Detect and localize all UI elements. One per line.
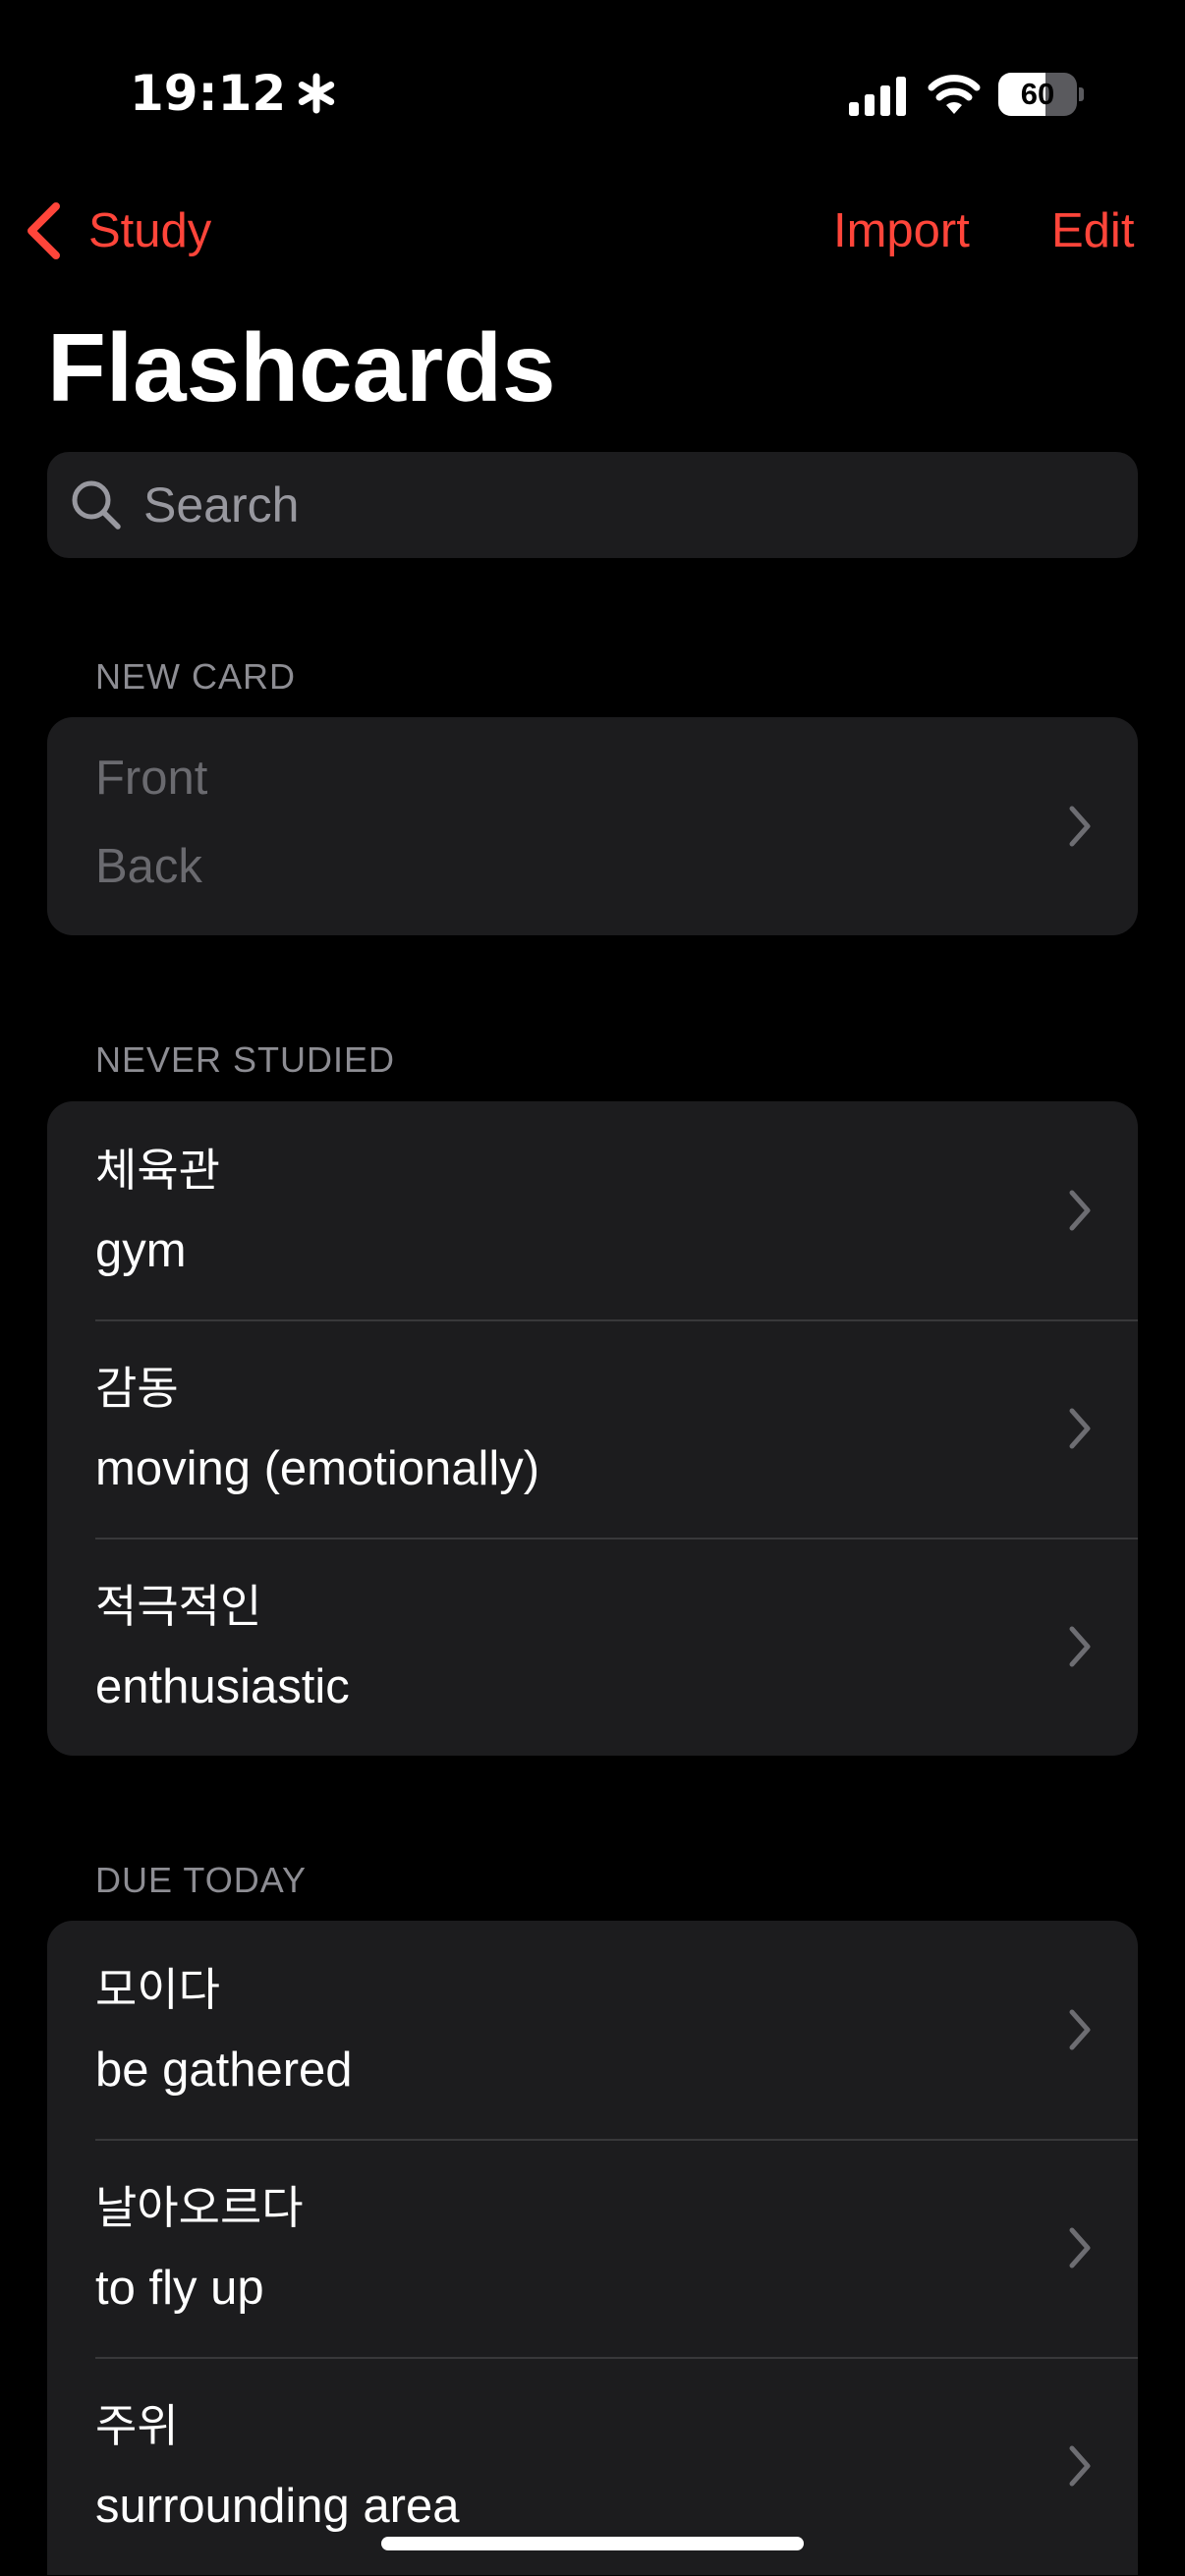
search-field[interactable] [47, 452, 1138, 558]
chevron-right-icon [1069, 806, 1091, 847]
chevron-right-icon [1069, 2227, 1091, 2268]
card-back: moving (emotionally) [95, 1442, 540, 1495]
card-row[interactable]: 적극적인 enthusiastic [47, 1538, 1138, 1756]
home-indicator [381, 2537, 804, 2550]
chevron-right-icon [1069, 1626, 1091, 1667]
new-card-row[interactable]: Front Back [47, 717, 1138, 935]
new-card-group: Front Back [47, 717, 1138, 935]
chevron-right-icon [1069, 1408, 1091, 1449]
section-header-never-studied: NEVER STUDIED [95, 1039, 396, 1080]
wifi-icon [928, 75, 981, 114]
card-row[interactable]: 날아오르다 to fly up [47, 2139, 1138, 2357]
never-studied-group: 체육관 gym 감동 moving (emotionally) 적극적인 ent… [47, 1101, 1138, 1756]
card-row[interactable]: 체육관 gym [47, 1101, 1138, 1319]
chevron-right-icon [1069, 1190, 1091, 1231]
asterisk-icon [298, 73, 335, 114]
battery-nub [1079, 87, 1084, 101]
card-front: 체육관 [95, 1144, 220, 1197]
card-back: be gathered [95, 2044, 353, 2097]
back-button[interactable]: Study [24, 196, 211, 265]
status-bar: 19:12 60 [0, 0, 1185, 187]
back-button-label: Study [88, 204, 212, 257]
card-front: 주위 [95, 2399, 179, 2452]
card-back: to fly up [95, 2262, 264, 2315]
card-row[interactable]: 모이다 be gathered [47, 1921, 1138, 2139]
chevron-right-icon [1069, 2445, 1091, 2487]
section-header-due-today: DUE TODAY [95, 1860, 308, 1900]
search-icon [72, 480, 121, 530]
card-back: enthusiastic [95, 1660, 350, 1713]
card-back: surrounding area [95, 2480, 460, 2533]
card-back: gym [95, 1224, 187, 1277]
edit-button[interactable]: Edit [1051, 196, 1134, 265]
new-card-back-placeholder: Back [95, 840, 202, 893]
card-row[interactable]: 감동 moving (emotionally) [47, 1319, 1138, 1538]
section-header-new-card: NEW CARD [95, 656, 296, 697]
search-input[interactable] [141, 465, 1138, 545]
battery-body: 60 [998, 73, 1077, 116]
card-front: 모이다 [95, 1963, 220, 2016]
page-title: Flashcards [47, 313, 556, 421]
chevron-right-icon [1069, 2009, 1091, 2050]
signal-icon [849, 77, 906, 116]
card-front: 감동 [95, 1362, 179, 1415]
due-today-group: 모이다 be gathered 날아오르다 to fly up 주위 surro… [47, 1921, 1138, 2575]
chevron-left-icon [28, 202, 60, 259]
import-button[interactable]: Import [833, 196, 970, 265]
card-front: 날아오르다 [95, 2181, 304, 2234]
new-card-front-placeholder: Front [95, 752, 208, 805]
status-time-label: 19:12 [130, 65, 287, 122]
battery-icon: 60 [998, 73, 1084, 116]
status-time: 19:12 [130, 65, 337, 122]
card-front: 적극적인 [95, 1580, 262, 1633]
battery-level: 60 [1020, 77, 1055, 111]
